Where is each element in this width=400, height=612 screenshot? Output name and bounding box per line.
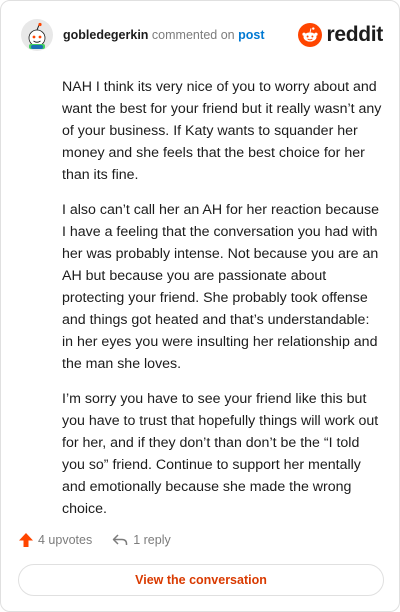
comment-paragraph: NAH I think its very nice of you to worr… <box>62 79 382 183</box>
reply-arrow-icon <box>112 534 128 545</box>
comment-meta: gobledegerkin commented on post <box>63 27 264 43</box>
reddit-wordmark: reddit <box>326 23 383 46</box>
comment-paragraph: I’m sorry you have to see your friend li… <box>62 391 379 517</box>
username-link[interactable]: gobledegerkin <box>63 28 148 42</box>
comment-paragraph: I also can’t call her an AH for her reac… <box>62 202 380 372</box>
reply-count: 1 reply <box>133 533 171 547</box>
upvote-button[interactable]: 4 upvotes <box>18 532 92 548</box>
comment-body: NAH I think its very nice of you to worr… <box>62 76 384 533</box>
post-link[interactable]: post <box>238 28 264 42</box>
reply-button[interactable]: 1 reply <box>112 533 171 547</box>
comment-card: gobledegerkin commented on post reddit N… <box>0 0 400 612</box>
upvote-arrow-icon <box>19 533 33 547</box>
reddit-logo[interactable]: reddit <box>298 23 383 47</box>
view-conversation-button[interactable]: View the conversation <box>18 564 384 596</box>
upvotes-count: 4 upvotes <box>38 533 93 547</box>
reddit-alien-logo-icon <box>298 23 323 47</box>
comment-footer: 4 upvotes 1 reply <box>18 529 171 551</box>
action-text: commented on <box>151 28 235 42</box>
snoo-avatar-icon[interactable] <box>21 19 53 51</box>
comment-header: gobledegerkin commented on post reddit <box>21 17 383 53</box>
